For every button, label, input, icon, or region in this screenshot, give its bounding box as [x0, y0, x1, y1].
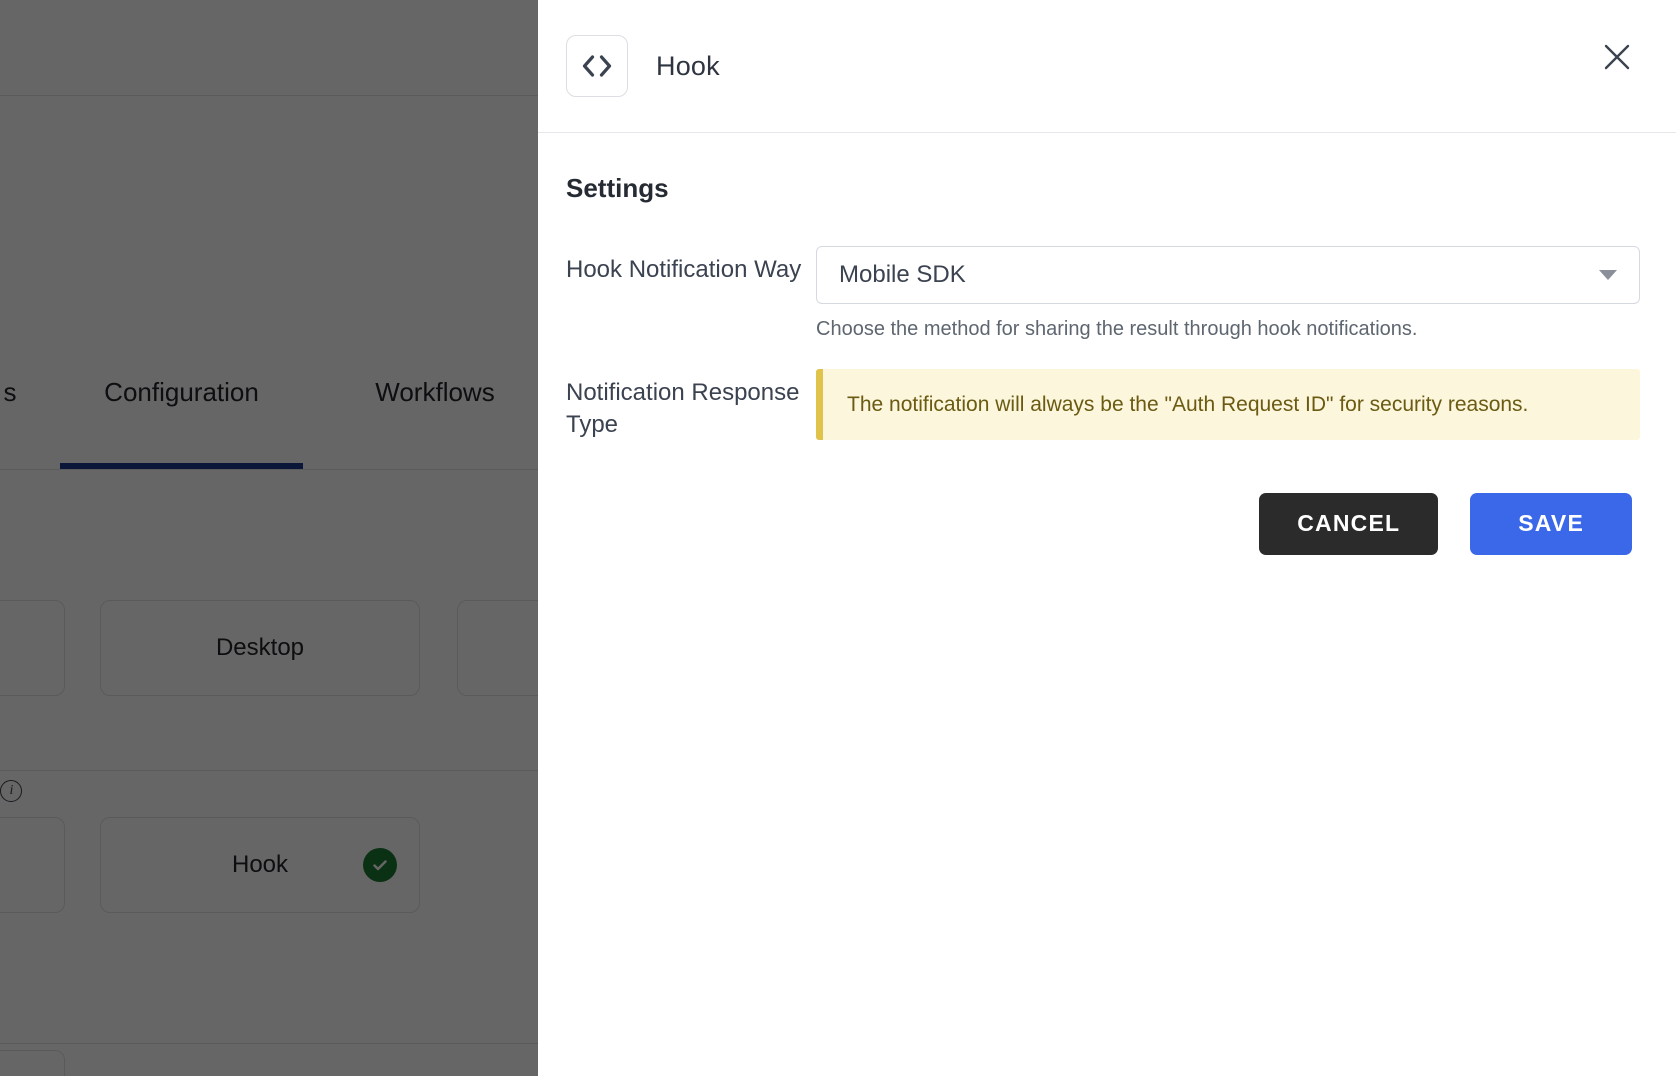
chevron-down-icon: [1599, 270, 1617, 280]
background-tab-0[interactable]: s: [0, 355, 60, 469]
panel-actions: CANCEL SAVE: [566, 492, 1640, 555]
field-control-hook-notification-way: Mobile SDK Choose the method for sharing…: [816, 246, 1640, 341]
close-icon[interactable]: [1594, 34, 1640, 80]
field-label-notification-response-type: Notification Response Type: [566, 379, 800, 438]
modal-scrim[interactable]: [0, 0, 538, 1076]
field-notification-response-type: Notification Response Type The notificat…: [566, 369, 1640, 441]
background-tab-bar: s Configuration Workflows: [0, 355, 538, 469]
field-label-hook-notification-way: Hook Notification Way: [566, 256, 802, 283]
field-hook-notification-way: Hook Notification Way Mobile SDK Choose …: [566, 246, 1640, 341]
background-card[interactable]: [0, 600, 65, 696]
field-control-notification-response-type: The notification will always be the "Aut…: [816, 369, 1640, 441]
hook-notification-way-select[interactable]: Mobile SDK: [816, 246, 1640, 304]
panel-header: Hook: [538, 0, 1676, 133]
background-card[interactable]: [0, 817, 65, 913]
background-card-desktop[interactable]: Desktop: [100, 600, 420, 696]
background-tab-workflows[interactable]: Workflows: [330, 355, 538, 469]
save-button[interactable]: SAVE: [1470, 492, 1632, 555]
background-card[interactable]: [0, 1050, 65, 1076]
notification-response-type-warning: The notification will always be the "Aut…: [816, 369, 1640, 441]
cancel-button[interactable]: CANCEL: [1259, 492, 1439, 555]
check-circle-icon: [363, 848, 397, 882]
background-section-strip: [0, 470, 538, 534]
background-topbar: [0, 0, 538, 95]
hook-settings-panel: Hook Settings Hook Notification Way Mobi…: [538, 0, 1676, 1076]
background-card[interactable]: [457, 600, 538, 696]
background-card-hook[interactable]: Hook: [100, 817, 420, 913]
settings-section-title: Settings: [566, 173, 669, 203]
background-divider: [0, 1043, 538, 1044]
background-section-heading: y i: [0, 775, 23, 806]
info-icon[interactable]: i: [0, 779, 23, 802]
background-page: s Configuration Workflows Desktop y i Ho…: [0, 0, 538, 1076]
background-divider: [0, 95, 538, 96]
background-card-hook-label: Hook: [231, 851, 289, 878]
hook-notification-way-value: Mobile SDK: [839, 261, 966, 288]
panel-body: Settings Hook Notification Way Mobile SD…: [538, 133, 1676, 555]
hook-notification-way-helper: Choose the method for sharing the result…: [816, 318, 1418, 340]
background-tab-configuration[interactable]: Configuration: [60, 355, 303, 469]
code-icon: [566, 35, 628, 97]
panel-title: Hook: [656, 50, 720, 81]
background-divider: [0, 770, 538, 771]
